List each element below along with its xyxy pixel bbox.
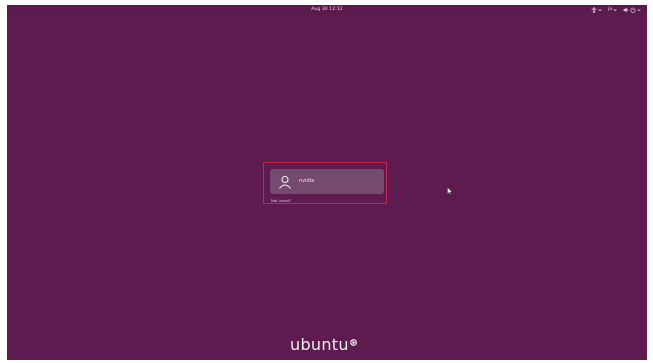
system-menu[interactable] [623, 6, 641, 13]
clock[interactable]: Aug 30 12:12 [7, 5, 647, 14]
system-tray: ja [591, 5, 641, 14]
chevron-down-icon [637, 8, 641, 11]
input-method-menu[interactable]: ja [608, 7, 617, 12]
ubuntu-wordmark: ubuntu [290, 335, 349, 354]
volume-icon [623, 7, 629, 12]
not-listed-link[interactable]: Not listed? [271, 198, 291, 203]
accessibility-menu[interactable] [591, 6, 602, 13]
user-icon [279, 175, 291, 189]
login-screen: Aug 30 12:12 ja nvidia Not listed? ubunt… [7, 5, 647, 360]
top-bar: Aug 30 12:12 ja [7, 5, 647, 14]
chevron-down-icon [613, 8, 617, 11]
user-name: nvidia [299, 178, 315, 184]
ubuntu-branding: ubuntu [290, 335, 357, 355]
language-indicator: ja [607, 7, 612, 12]
circle-of-friends-icon [349, 339, 357, 346]
mouse-pointer-icon [447, 187, 453, 195]
power-icon [630, 6, 636, 13]
accessibility-icon [591, 6, 597, 13]
chevron-down-icon [598, 8, 602, 11]
